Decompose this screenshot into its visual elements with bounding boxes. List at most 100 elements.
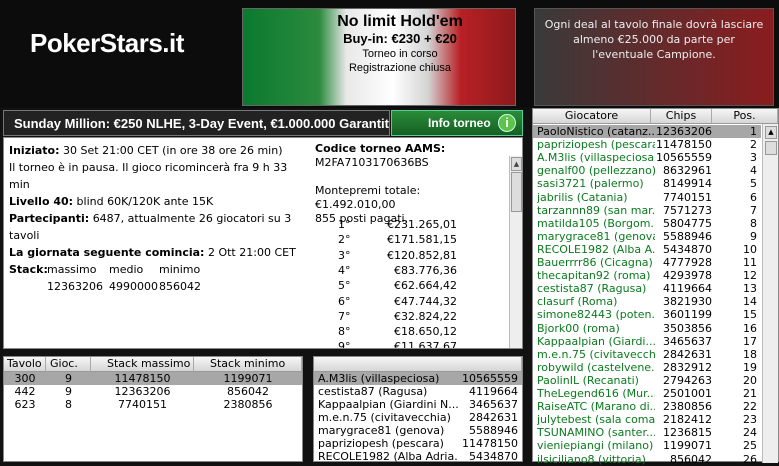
scroll-thumb[interactable] [511,172,522,212]
prize-amount: €120.852,81 [387,248,457,262]
player-name: papriziopesh (pescara) [318,437,444,450]
table-players-panel: A.M3lis (villaspeciosa) 10565559 cestista8… [313,356,523,463]
leaderboard-pos: 17 [743,334,757,348]
leaderboard-player: genalf00 (pellezzano) [537,164,655,178]
leaderboard-player: TheLegend616 (Mur... [537,387,655,400]
leaderboard-row[interactable]: sasi3721 (palermo) 8149914 5 [533,177,761,190]
leaderboard-pos: 26 [743,452,757,466]
aams-label: Codice torneo AAMS: [315,142,446,155]
leaderboard-row[interactable]: robywild (castelvene... 2832912 19 [533,361,761,374]
game-title: No limit Hold'em [337,13,463,30]
aams-code: M2FA7103170636BS [315,156,429,169]
col-pos[interactable]: Pos. [712,109,778,124]
leaderboard-row[interactable]: jabrilis (Catania) 7740151 6 [533,191,761,204]
leaderboard-row[interactable]: cestista87 (Ragusa) 4119664 13 [533,282,761,295]
col-chips[interactable]: Chips [651,109,712,124]
leaderboard-chips: 1199071 [663,439,712,453]
info-icon: i [498,114,516,132]
leaderboard-player: vieniepiangi (milano) [537,439,654,453]
leaderboard-row[interactable]: PaoloNistico (catanz... 12363206 1 [533,125,761,138]
leaderboard-chips: 2380856 [663,400,712,414]
leaderboard-chips: 2832912 [663,360,712,374]
prize-amount: €11.637,67 [394,340,457,349]
table-player-row[interactable]: m.e.n.75 (civitavecchia) 2842631 [314,411,522,424]
leaderboard-chips: 3503856 [663,321,712,335]
leaderboard-player: julytebest (sala coma... [537,413,655,427]
leaderboard-row[interactable]: ilsiciliano8 (vittoria) 856042 26 [533,453,761,466]
leaderboard-row[interactable]: julytebest (sala coma... 2182412 23 [533,413,761,426]
leaderboard-row[interactable]: papriziopesh (pescara) 11478150 2 [533,138,761,151]
table-cell: 442 [14,385,36,398]
leaderboard-row[interactable]: marygrace81 (genova) 5588946 9 [533,230,761,243]
table-row[interactable]: 623 8 7740151 2380856 [4,398,302,411]
leaderboard-row[interactable]: Kappaalpian (Giardi... 3465637 17 [533,335,761,348]
info-torneo-label: Info torneo [428,116,491,130]
leaderboard-row[interactable]: RaiseATC (Marano di... 2380856 22 [533,400,761,413]
leaderboard-chips: 8632961 [663,164,712,178]
player-chips: 3465637 [469,398,518,411]
prize-amount: €47.744,32 [394,294,457,308]
prize-position: 4° [338,263,351,277]
promo-note: Ogni deal al tavolo finale dovrà lasciar… [534,8,774,106]
table-player-row[interactable]: cestista87 (Ragusa) 4119664 [314,385,522,398]
prize-position: 5° [338,279,351,293]
info-torneo-button[interactable]: Info torneo i [391,110,523,136]
leaderboard-chips: 7740151 [663,190,712,204]
leaderboard-row[interactable]: Bjork00 (roma) 3503856 16 [533,322,761,335]
leaderboard-pos: 14 [743,295,757,309]
table-player-row[interactable]: marygrace81 (genova) 5588946 [314,424,522,437]
col-tavolo[interactable]: Tavolo [4,357,46,372]
leaderboard-row[interactable]: TSUNAMINO (santer... 1236815 24 [533,426,761,439]
table-row[interactable]: 300 9 11478150 1199071 [4,372,302,385]
leaderboard-player: papriziopesh (pescara) [537,138,655,152]
leaderboard-row[interactable]: Bauerrrr86 (Cicagna) 4777928 11 [533,256,761,269]
table-player-row[interactable]: papriziopesh (pescara) 11478150 [314,437,522,450]
table-cell: 12363206 [114,385,171,398]
prize-amount: €83.776,36 [394,263,457,277]
leaderboard-pos: 18 [743,347,757,361]
leaderboard-chips: 5434870 [663,242,712,256]
player-chips: 5588946 [469,424,518,437]
table-player-row[interactable]: A.M3lis (villaspeciosa) 10565559 [314,372,522,385]
prize-row: 9° €11.637,67 [322,340,457,349]
leaderboard-row[interactable]: m.e.n.75 (civitavecchia) 2842631 18 [533,348,761,361]
leaderboard-chips: 2842631 [663,347,712,361]
table-cell: 856042 [227,385,269,398]
leaderboard-row[interactable]: PaolinIL (Recanati) 2794263 20 [533,374,761,387]
table-row[interactable]: 442 9 12363206 856042 [4,385,302,398]
leaderboard-pos: 19 [743,360,757,374]
table-player-row[interactable]: RECOLE1982 (Alba Adria... 5434870 [314,450,522,463]
started-label: Iniziato: [9,144,60,157]
leaderboard-row[interactable]: vieniepiangi (milano) 1199071 25 [533,439,761,452]
prize-amount: €32.824,22 [394,309,457,323]
leaderboard-pos: 6 [750,190,757,204]
leaderboard-row[interactable]: TheLegend616 (Mur... 2501001 21 [533,387,761,400]
col-gioc[interactable]: Gioc. [46,357,91,372]
leaderboard-chips: 4119664 [663,282,712,296]
leaderboard-row[interactable]: genalf00 (pellezzano) 8632961 4 [533,164,761,177]
leaderboard-row[interactable]: A.M3lis (villaspeciosa) 10565559 3 [533,151,761,164]
col-stack-min[interactable]: Stack minimo [194,357,302,372]
leaderboard-chips: 4777928 [663,256,712,269]
scroll-up-icon[interactable]: ▲ [765,126,777,139]
leaderboard-pos: 15 [743,308,757,322]
leaderboard-row[interactable]: RECOLE1982 (Alba A... 5434870 10 [533,243,761,256]
col-giocatore[interactable]: Giocatore [533,109,651,124]
table-cell: 300 [14,372,36,385]
leaderboard-row[interactable]: thecapitan92 (roma) 4293978 12 [533,269,761,282]
leaderboard-row[interactable]: simone82443 (poten... 3601199 15 [533,308,761,321]
prize-scrollbar[interactable]: ▲ [509,156,522,348]
scroll-up-icon[interactable]: ▲ [511,157,522,171]
leaderboard-player: clasurf (Roma) [537,295,618,309]
leaderboard-scrollbar[interactable]: ▲ [762,124,778,463]
table-cell: 11478150 [114,372,171,385]
table-player-row[interactable]: Kappaalpian (Giardini N... 3465637 [314,398,522,411]
leaderboard-pos: 12 [743,269,757,283]
leaderboard-row[interactable]: clasurf (Roma) 3821930 14 [533,295,761,308]
col-stack-max[interactable]: Stack massimo [91,357,194,372]
leaderboard-pos: 16 [743,321,757,335]
leaderboard-player: PaoloNistico (catanz... [537,125,655,138]
leaderboard-row[interactable]: tarzannn89 (san mar... 7571273 7 [533,204,761,217]
leaderboard-row[interactable]: matilda105 (Borgom... 5804775 8 [533,217,761,230]
scroll-thumb[interactable] [765,141,777,155]
